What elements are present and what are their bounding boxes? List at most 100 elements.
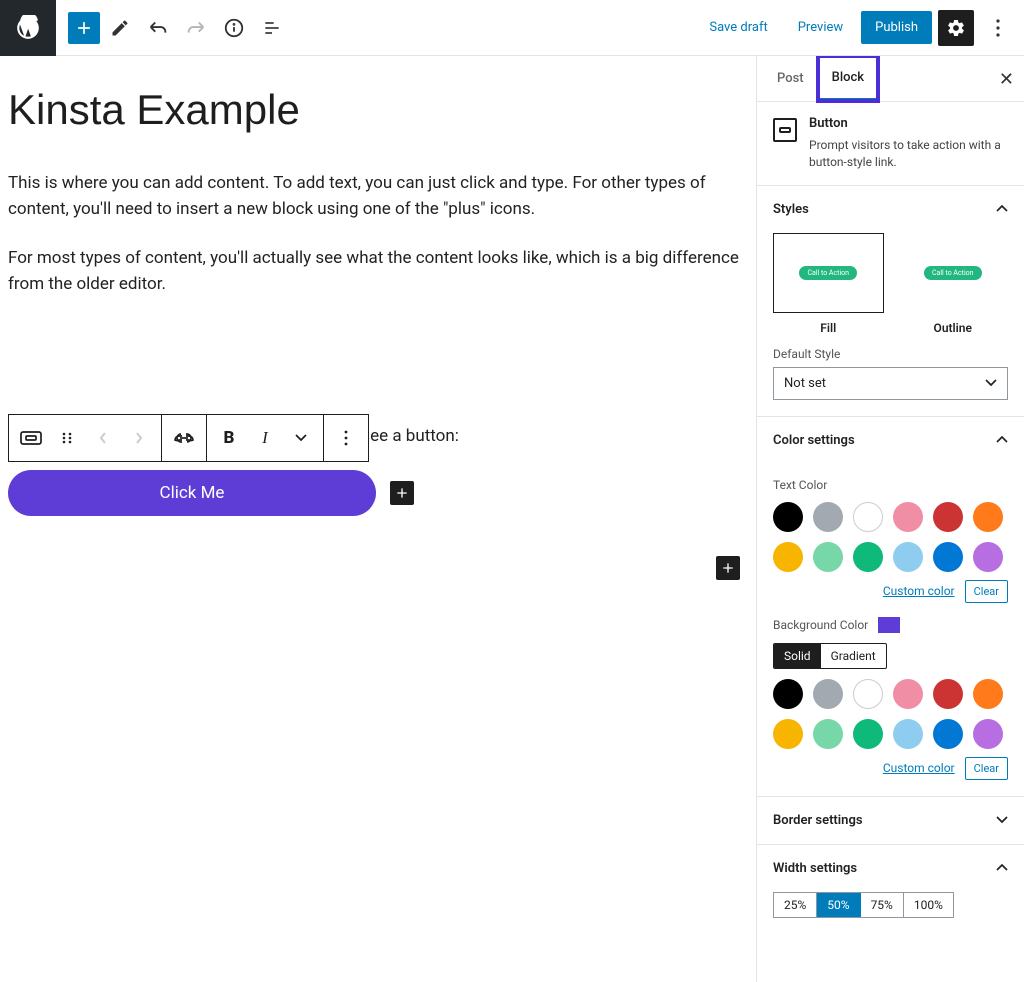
color-swatch[interactable] [933,679,963,709]
block-toolbar: B I [8,414,369,462]
outline-icon[interactable] [254,10,290,46]
save-draft-button[interactable]: Save draft [697,12,779,43]
color-swatch[interactable] [813,502,843,532]
add-block-inline-button[interactable] [390,481,414,505]
styles-panel: Styles Call to Action Fill Call to Actio… [757,185,1024,416]
color-swatch[interactable] [933,719,963,749]
color-swatch[interactable] [973,679,1003,709]
color-swatch[interactable] [893,679,923,709]
add-block-trailing-button[interactable] [716,556,740,580]
styles-panel-header[interactable]: Styles [757,186,1024,233]
paragraph-block[interactable]: For most types of content, you'll actual… [8,245,743,298]
color-swatch[interactable] [813,679,843,709]
color-swatch[interactable] [813,719,843,749]
more-block-options-icon[interactable] [328,416,364,460]
main-wrapper: Kinsta Example This is where you can add… [0,56,1024,982]
wordpress-logo[interactable] [0,0,56,56]
panel-title: Color settings [773,433,855,448]
width-segment: 25%50%75%100% [773,892,954,918]
chevron-up-icon [996,436,1008,444]
border-settings-panel: Border settings [757,796,1024,844]
default-style-select[interactable]: Not set [773,367,1008,400]
panel-title: Styles [773,202,809,217]
button-block[interactable]: Click Me [8,470,376,516]
width-option[interactable]: 25% [774,893,817,917]
tab-post[interactable]: Post [763,56,818,101]
preview-button[interactable]: Preview [786,12,855,43]
chevron-up-icon [996,205,1008,213]
settings-gear-button[interactable] [938,10,974,46]
bg-type-segment: Solid Gradient [773,643,887,669]
color-swatch[interactable] [773,502,803,532]
tab-block[interactable]: Block [818,56,878,101]
color-swatch[interactable] [973,502,1003,532]
move-left-icon [85,416,121,460]
panel-title: Border settings [773,813,863,828]
style-fill-option[interactable]: Call to Action Fill [773,233,884,335]
width-settings-panel: Width settings 25%50%75%100% [757,844,1024,934]
block-header: Button Prompt visitors to take action wi… [757,102,1024,185]
width-settings-header[interactable]: Width settings [757,845,1024,892]
color-swatch[interactable] [893,719,923,749]
text-color-swatches [773,502,1008,572]
top-toolbar: Save draft Preview Publish [0,0,1024,56]
color-swatch[interactable] [773,719,803,749]
chevron-up-icon [996,864,1008,872]
width-option[interactable]: 75% [861,893,904,917]
undo-icon[interactable] [140,10,176,46]
text-color-label: Text Color [773,478,1008,492]
chevron-down-icon[interactable] [283,416,319,460]
color-swatch[interactable] [853,719,883,749]
width-option[interactable]: 50% [817,893,860,917]
custom-color-link[interactable]: Custom color [883,761,955,775]
border-settings-header[interactable]: Border settings [757,797,1024,844]
color-settings-panel: Color settings Text Color Custom color C… [757,416,1024,796]
editor-canvas[interactable]: Kinsta Example This is where you can add… [0,56,756,982]
color-swatch[interactable] [933,542,963,572]
close-sidebar-icon[interactable]: ✕ [999,69,1014,90]
color-swatch[interactable] [773,542,803,572]
color-settings-header[interactable]: Color settings [757,417,1024,464]
publish-button[interactable]: Publish [861,11,932,44]
button-block-icon[interactable] [13,416,49,460]
solid-toggle[interactable]: Solid [774,644,821,668]
button-block-wrapper: Click Me [8,470,414,516]
clear-color-button[interactable]: Clear [965,580,1008,603]
bg-color-label: Background Color [773,618,868,632]
color-swatch[interactable] [893,502,923,532]
gradient-toggle[interactable]: Gradient [821,644,886,668]
paragraph-block[interactable]: This is where you can add content. To ad… [8,170,743,223]
panel-title: Width settings [773,861,857,876]
italic-icon[interactable]: I [247,416,283,460]
info-icon[interactable] [216,10,252,46]
custom-color-link[interactable]: Custom color [883,584,955,598]
chevron-down-icon [996,816,1008,824]
redo-icon [178,10,214,46]
color-swatch[interactable] [853,542,883,572]
settings-sidebar: Post Block ✕ Button Prompt visitors to t… [756,56,1024,982]
move-right-icon [121,416,157,460]
bg-color-current-swatch [878,617,900,633]
page-title[interactable]: Kinsta Example [8,86,748,134]
style-outline-option[interactable]: Call to Action Outline [898,233,1009,335]
chevron-down-icon [985,379,997,387]
color-swatch[interactable] [893,542,923,572]
block-type-desc: Prompt visitors to take action with a bu… [809,137,1008,171]
color-swatch[interactable] [973,542,1003,572]
more-options-icon[interactable] [980,10,1016,46]
block-type-title: Button [809,116,1008,131]
edit-mode-icon[interactable] [102,10,138,46]
color-swatch[interactable] [853,679,883,709]
color-swatch[interactable] [773,679,803,709]
color-swatch[interactable] [973,719,1003,749]
drag-handle-icon[interactable] [49,416,85,460]
color-swatch[interactable] [813,542,843,572]
width-option[interactable]: 100% [904,893,953,917]
color-swatch[interactable] [853,502,883,532]
add-block-button[interactable] [68,12,100,44]
color-swatch[interactable] [933,502,963,532]
bold-icon[interactable]: B [211,416,247,460]
clear-color-button[interactable]: Clear [965,757,1008,780]
link-icon[interactable] [166,416,202,460]
toolbar-left-group [68,10,290,46]
